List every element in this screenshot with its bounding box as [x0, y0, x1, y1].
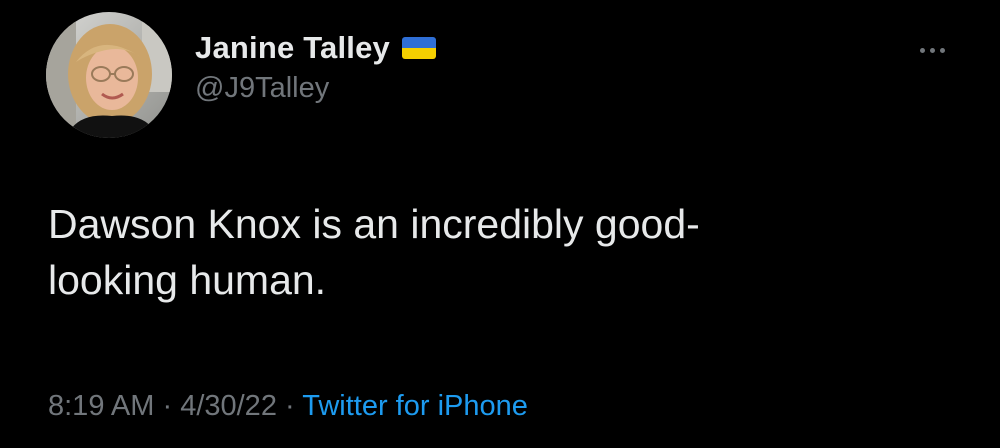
- more-options-icon[interactable]: [910, 38, 954, 62]
- meta-separator: ·: [285, 390, 303, 422]
- display-name[interactable]: Janine Talley: [195, 30, 390, 66]
- tweet-text: Dawson Knox is an incredibly good- looki…: [48, 201, 700, 303]
- author-block: Janine Talley @J9Talley: [195, 28, 437, 105]
- more-dot: [939, 47, 945, 53]
- avatar-image: [46, 12, 172, 138]
- tweet-source-link[interactable]: Twitter for iPhone: [302, 390, 528, 422]
- user-handle[interactable]: @J9Talley: [195, 72, 436, 105]
- tweet-meta: 8:19 AM · 4/30/22 · Twitter for iPhone: [48, 390, 528, 423]
- more-dot: [919, 47, 925, 53]
- avatar[interactable]: [46, 12, 172, 138]
- display-name-row: Janine Talley: [195, 28, 437, 68]
- more-dot: [929, 47, 935, 53]
- tweet-date[interactable]: 4/30/22: [180, 390, 277, 422]
- tweet-time[interactable]: 8:19 AM: [48, 390, 154, 422]
- tweet-card: Janine Talley @J9Talley Dawson Knox is a…: [0, 0, 1000, 448]
- ukraine-flag-icon: [402, 37, 437, 59]
- meta-separator: ·: [162, 390, 181, 422]
